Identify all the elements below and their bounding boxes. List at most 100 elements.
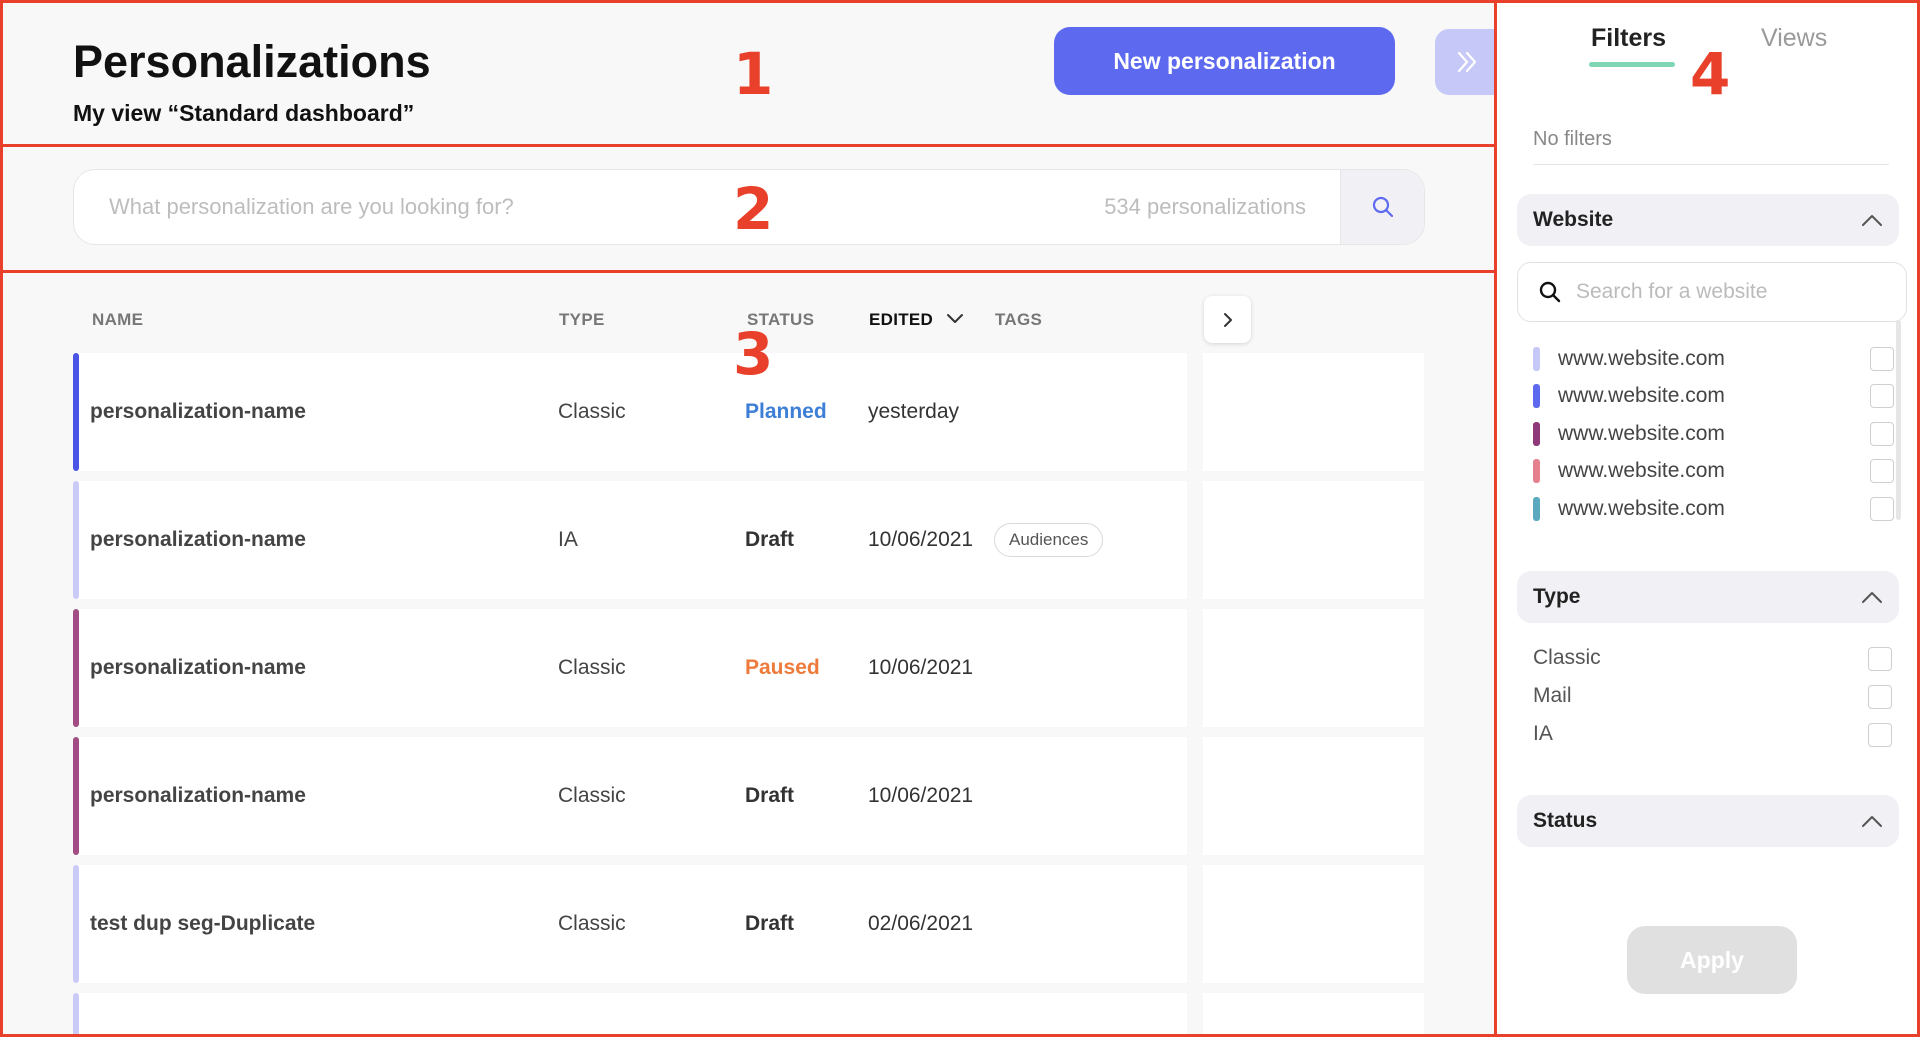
active-tab-indicator: [1589, 62, 1675, 67]
website-option-label: www.website.com: [1558, 384, 1725, 407]
column-header-edited-label: EDITED: [869, 310, 934, 329]
divider: [1533, 164, 1889, 165]
row-name[interactable]: personalization-name: [90, 481, 306, 599]
row-name[interactable]: personalization-name: [90, 353, 306, 471]
website-color-swatch: [1533, 497, 1540, 521]
status-section-title: Status: [1533, 809, 1598, 832]
row-edited: 10/06/2021: [868, 656, 974, 679]
website-color-indicator: [73, 353, 79, 471]
website-color-indicator: [73, 993, 79, 1037]
tab-views[interactable]: Views: [1761, 24, 1827, 53]
website-search: [1517, 262, 1907, 322]
row-status: Draft: [745, 912, 795, 935]
row-name[interactable]: personalization-name: [90, 609, 306, 727]
search-button[interactable]: [1340, 170, 1424, 244]
chevron-down-icon: [947, 314, 964, 323]
status-section-header[interactable]: Status: [1517, 795, 1899, 847]
row-tags: Audiences: [994, 481, 1104, 599]
website-checkbox[interactable]: [1870, 422, 1894, 446]
website-option[interactable]: www.website.com: [1533, 455, 1893, 487]
annotation-label-1: 1: [733, 40, 774, 108]
double-chevron-right-icon: [1457, 51, 1477, 73]
table-row[interactable]: test dup seg-Duplicate Classic Draft 02/…: [73, 865, 1424, 983]
website-option[interactable]: www.website.com: [1533, 343, 1893, 375]
type-option-label[interactable]: Classic: [1533, 646, 1601, 670]
type-option-label[interactable]: IA: [1533, 722, 1553, 746]
table-row[interactable]: personalization-name Classic Paused 10/0…: [73, 609, 1424, 727]
row-edited: 10/06/2021: [868, 528, 974, 551]
results-count: 534 personalizations: [1104, 194, 1306, 219]
table-row[interactable]: personalization-name Classic Draft 10/06…: [73, 737, 1424, 855]
website-color-indicator: [73, 865, 79, 983]
view-subtitle: My view “Standard dashboard”: [73, 100, 415, 126]
row-edited: 10/06/2021: [868, 784, 974, 807]
type-checkbox[interactable]: [1868, 723, 1892, 747]
website-checkbox[interactable]: [1870, 384, 1894, 408]
row-type: Classic: [558, 400, 626, 423]
type-checkbox[interactable]: [1868, 647, 1892, 671]
website-option-label: www.website.com: [1558, 347, 1725, 370]
column-header-type[interactable]: TYPE: [559, 310, 605, 330]
table-row[interactable]: personalization-name IA Draft 10/06/2021…: [73, 481, 1424, 599]
main-area: Personalizations My view “Standard dashb…: [0, 0, 1499, 1037]
column-header-tags[interactable]: TAGS: [995, 310, 1042, 330]
website-option-label: www.website.com: [1558, 459, 1725, 482]
chevron-up-icon: [1862, 592, 1882, 603]
website-color-indicator: [73, 737, 79, 855]
website-option-label: www.website.com: [1558, 497, 1725, 520]
row-type: Classic: [558, 784, 626, 807]
annotation-label-2: 2: [733, 175, 774, 243]
row-name[interactable]: personalization-name: [90, 737, 306, 855]
row-name[interactable]: test dup seg-Duplicate: [90, 865, 315, 983]
type-checkbox[interactable]: [1868, 685, 1892, 709]
active-filters-summary: No filters: [1533, 128, 1612, 150]
search-icon: [1539, 281, 1561, 303]
row-type: Classic: [558, 912, 626, 935]
website-checkbox[interactable]: [1870, 459, 1894, 483]
tab-filters[interactable]: Filters: [1591, 24, 1666, 53]
new-personalization-button[interactable]: New personalization: [1054, 27, 1395, 95]
row-status: Draft: [745, 784, 795, 807]
search-input[interactable]: [74, 170, 1105, 244]
website-search-input[interactable]: [1576, 280, 1876, 304]
next-columns-button[interactable]: [1204, 296, 1251, 343]
type-option-label[interactable]: Mail: [1533, 684, 1572, 708]
row-edited: 02/06/2021: [868, 912, 974, 935]
annotation-label-3: 3: [733, 320, 774, 388]
website-checkbox[interactable]: [1870, 497, 1894, 521]
filters-panel: Filters Views No filters Website www.web…: [1496, 0, 1920, 1037]
website-section-header[interactable]: Website: [1517, 194, 1899, 246]
website-option[interactable]: www.website.com: [1533, 380, 1893, 412]
chevron-up-icon: [1862, 215, 1882, 226]
website-color-indicator: [73, 609, 79, 727]
website-color-swatch: [1533, 422, 1540, 446]
column-header-name[interactable]: NAME: [92, 310, 143, 330]
website-option[interactable]: www.website.com: [1533, 418, 1893, 450]
search-icon: [1372, 196, 1393, 218]
row-status: Paused: [745, 656, 820, 679]
column-header-edited[interactable]: EDITED: [869, 310, 964, 330]
type-section-title: Type: [1533, 585, 1581, 608]
page-title: Personalizations: [73, 36, 431, 87]
apply-button[interactable]: Apply: [1627, 926, 1797, 994]
row-type: IA: [558, 528, 578, 551]
row-edited: yesterday: [868, 400, 960, 423]
type-section-header[interactable]: Type: [1517, 571, 1899, 623]
tag-badge[interactable]: Audiences: [994, 523, 1104, 557]
website-color-indicator: [73, 481, 79, 599]
website-list-scrollbar[interactable]: [1896, 320, 1901, 520]
website-option-label: www.website.com: [1558, 422, 1725, 445]
annotation-label-4: 4: [1690, 40, 1731, 108]
website-option[interactable]: www.website.com: [1533, 493, 1893, 525]
website-checkbox[interactable]: [1870, 347, 1894, 371]
expand-panel-button[interactable]: [1435, 29, 1499, 95]
chevron-up-icon: [1862, 816, 1882, 827]
website-section-title: Website: [1533, 208, 1614, 231]
website-color-swatch: [1533, 459, 1540, 483]
chevron-right-icon: [1223, 312, 1232, 327]
table-row[interactable]: [73, 993, 1424, 1037]
row-status: Draft: [745, 528, 795, 551]
website-color-swatch: [1533, 384, 1540, 408]
website-color-swatch: [1533, 347, 1540, 371]
row-type: Classic: [558, 656, 626, 679]
